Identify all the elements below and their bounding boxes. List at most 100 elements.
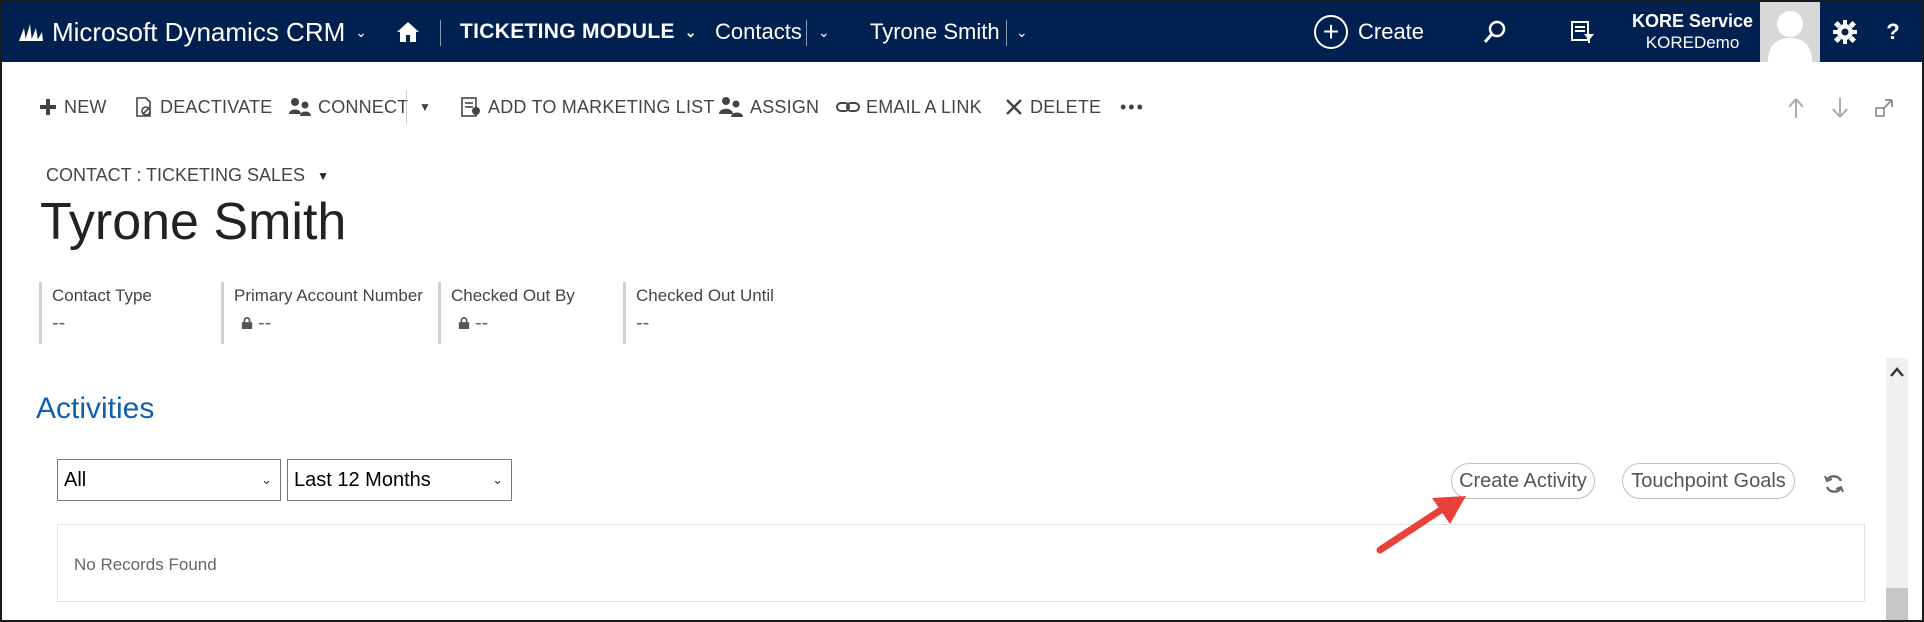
form-selector[interactable]: CONTACT : TICKETING SALES ▼ [46, 165, 329, 186]
field-value: -- [451, 312, 618, 335]
app-title: Microsoft Dynamics CRM [52, 16, 346, 47]
scroll-up-icon[interactable] [1886, 358, 1908, 386]
assign-icon [719, 97, 743, 117]
user-org: KOREDemo [1645, 33, 1740, 52]
help-glyph: ? [1886, 19, 1900, 44]
assign-label: ASSIGN [750, 96, 820, 117]
page-title: Tyrone Smith [40, 193, 347, 251]
lock-icon [458, 316, 470, 329]
marketing-list-icon [461, 97, 480, 117]
delete-label: DELETE [1030, 96, 1102, 117]
chevron-down-icon: ▼ [419, 100, 432, 114]
entity-label: Contacts [715, 19, 802, 44]
user-info[interactable]: KORE Service KOREDemo [1632, 2, 1753, 62]
create-label: Create [1358, 19, 1425, 44]
field-value-text: -- [636, 312, 650, 334]
close-icon [1006, 99, 1022, 115]
chevron-down-icon: ⌄ [684, 23, 697, 40]
link-icon [836, 102, 860, 112]
avatar[interactable] [1760, 2, 1820, 62]
field-label: Primary Account Number [234, 286, 423, 305]
delete-button[interactable]: DELETE [1004, 90, 1101, 124]
pop-out-icon [1875, 99, 1893, 117]
app-title-menu[interactable]: Microsoft Dynamics CRM ⌄ [52, 2, 367, 62]
nav-divider [1006, 20, 1007, 46]
connect-icon [289, 98, 311, 116]
new-button[interactable]: NEW [38, 90, 107, 124]
new-label: NEW [64, 96, 107, 117]
previous-record-button[interactable] [1786, 94, 1806, 122]
chevron-down-icon: ⌄ [492, 472, 503, 487]
record-dropdown[interactable]: ⌄ [1016, 2, 1028, 62]
field-value-text: -- [258, 312, 272, 334]
activity-type-value: All [64, 468, 87, 491]
form-selector-label: CONTACT : TICKETING SALES [46, 165, 306, 185]
nav-divider [806, 20, 807, 46]
activities-grid: No Records Found [57, 524, 1865, 602]
refresh-icon[interactable] [1822, 472, 1846, 496]
header-field-checked-out-until[interactable]: Checked Out Until -- [623, 282, 823, 344]
user-name: KORE Service [1632, 11, 1754, 31]
gear-icon[interactable] [1830, 2, 1860, 62]
deactivate-icon [136, 97, 151, 117]
module-menu[interactable]: TICKETING MODULE ⌄ [460, 2, 697, 62]
touchpoint-goals-label: Touchpoint Goals [1631, 469, 1786, 492]
arrow-up-icon [1788, 98, 1804, 118]
nav-divider [440, 20, 441, 46]
activities-section-title: Activities [36, 392, 155, 425]
email-a-link-button[interactable]: EMAIL A LINK [836, 90, 982, 124]
next-record-button[interactable] [1830, 94, 1850, 122]
header-field-primary-account-number[interactable]: Primary Account Number -- [221, 282, 431, 344]
deactivate-button[interactable]: DEACTIVATE [134, 90, 272, 124]
field-value-text: -- [52, 312, 66, 334]
vertical-scrollbar[interactable] [1886, 358, 1908, 620]
email-a-link-label: EMAIL A LINK [866, 96, 982, 117]
more-commands-button[interactable]: ••• [1120, 90, 1145, 124]
field-value-text: -- [475, 312, 489, 334]
dynamics-logo-icon [18, 2, 44, 62]
arrow-down-icon [1832, 98, 1848, 118]
header-field-contact-type[interactable]: Contact Type -- [39, 282, 219, 344]
chevron-down-icon: ⌄ [355, 23, 367, 40]
deactivate-label: DEACTIVATE [160, 96, 273, 117]
lock-icon [241, 316, 253, 329]
plus-circle-icon: + [1314, 15, 1348, 49]
more-icon: ••• [1120, 96, 1145, 117]
scrollbar-thumb[interactable] [1886, 588, 1908, 620]
activity-type-filter[interactable]: All ⌄ [57, 459, 281, 501]
chevron-down-icon: ⌄ [261, 472, 272, 487]
connect-button[interactable]: CONNECT [288, 90, 408, 124]
activity-period-value: Last 12 Months [294, 468, 431, 491]
create-activity-button[interactable]: Create Activity [1451, 463, 1595, 499]
field-label: Checked Out By [451, 286, 575, 305]
module-label: TICKETING MODULE [460, 20, 675, 43]
top-navigation-bar: Microsoft Dynamics CRM ⌄ TICKETING MODUL… [2, 2, 1922, 62]
assign-button[interactable]: ASSIGN [718, 90, 819, 124]
app-window: Microsoft Dynamics CRM ⌄ TICKETING MODUL… [0, 0, 1924, 622]
caret-down-icon: ▼ [317, 168, 329, 183]
touchpoint-goals-button[interactable]: Touchpoint Goals [1622, 463, 1795, 499]
field-label: Contact Type [52, 286, 152, 305]
record-label: Tyrone Smith [870, 19, 1000, 44]
create-button[interactable]: + Create [1314, 2, 1424, 62]
pop-out-button[interactable] [1874, 94, 1894, 122]
entity-dropdown[interactable]: ⌄ [818, 2, 830, 62]
record-breadcrumb[interactable]: Tyrone Smith [870, 2, 1000, 62]
advanced-find-icon[interactable] [1568, 2, 1598, 62]
empty-state-text: No Records Found [74, 555, 217, 574]
help-icon[interactable]: ? [1878, 2, 1908, 62]
header-field-checked-out-by[interactable]: Checked Out By -- [438, 282, 618, 344]
chevron-down-icon: ⌄ [1016, 23, 1028, 40]
plus-icon [40, 99, 56, 115]
chevron-down-icon: ⌄ [818, 23, 830, 40]
home-icon[interactable] [394, 2, 422, 62]
add-to-marketing-list-label: ADD TO MARKETING LIST [488, 96, 715, 117]
add-to-marketing-list-button[interactable]: ADD TO MARKETING LIST [460, 90, 715, 124]
field-value: -- [52, 312, 219, 335]
entity-breadcrumb[interactable]: Contacts [715, 2, 802, 62]
search-icon[interactable] [1480, 2, 1510, 62]
activity-period-filter[interactable]: Last 12 Months ⌄ [287, 459, 512, 501]
annotation-arrow-icon [1376, 496, 1466, 554]
connect-dropdown[interactable]: ▼ [406, 90, 431, 124]
field-value: -- [636, 312, 823, 335]
